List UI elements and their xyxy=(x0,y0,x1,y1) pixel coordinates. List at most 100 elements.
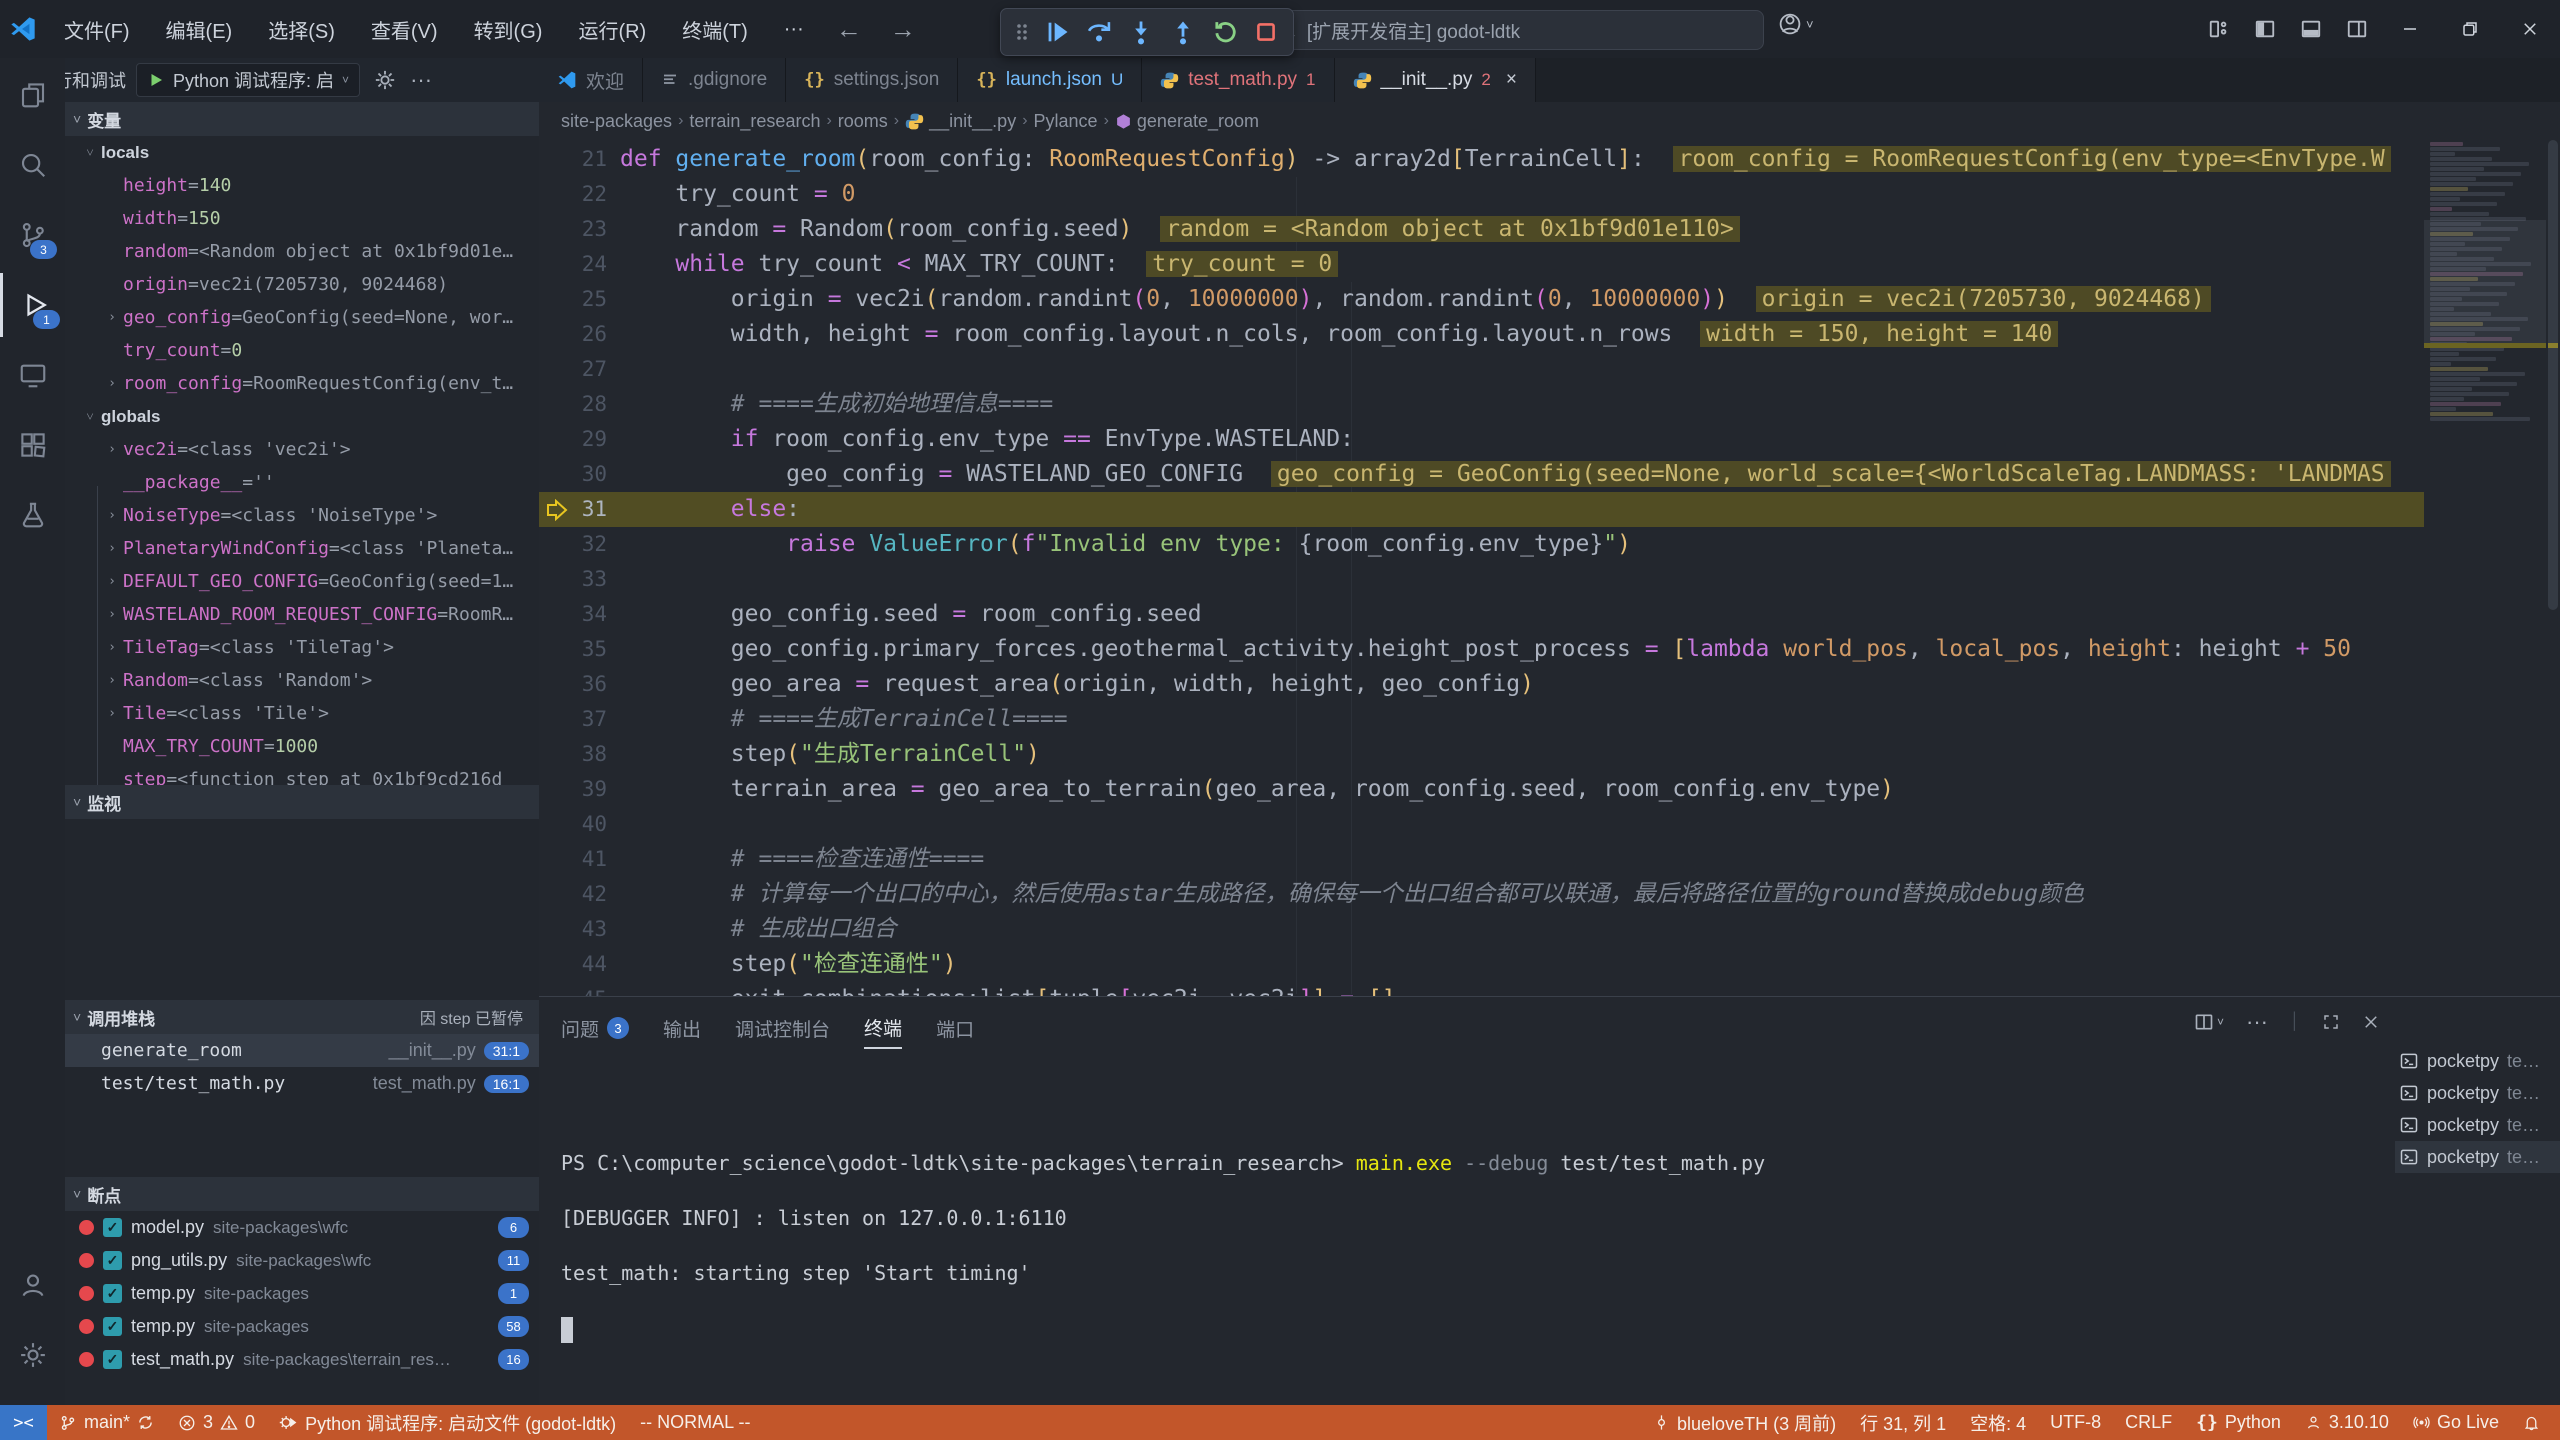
toggle-sidebar-icon[interactable] xyxy=(2242,0,2288,58)
variable-row[interactable]: ›WASTELAND_ROOM_REQUEST_CONFIG = RoomR… xyxy=(65,598,539,631)
variable-row[interactable]: ›room_config = RoomRequestConfig(env_t… xyxy=(65,367,539,400)
debug-config-status-item[interactable]: Python 调试程序: 启动文件 (godot-ldtk) xyxy=(267,1405,628,1440)
section-header-callstack[interactable]: ˅调用堆栈因 step 已暂停 xyxy=(65,1000,539,1034)
twistie-icon[interactable]: › xyxy=(101,574,123,589)
menu-item-编[interactable]: 编辑(E) xyxy=(148,15,251,44)
breakpoint-row[interactable]: ✓model.pysite-packages\wfc6 xyxy=(65,1211,539,1244)
code-line-41[interactable]: 41 # ====检查连通性==== xyxy=(539,842,2424,877)
breadcrumb-item[interactable]: generate_room xyxy=(1115,111,1259,132)
breadcrumb-item[interactable]: site-packages xyxy=(561,111,672,132)
breakpoint-row[interactable]: ✓test_math.pysite-packages\terrain_res…1… xyxy=(65,1343,539,1376)
code-line-38[interactable]: 38 step("生成TerrainCell") xyxy=(539,737,2424,772)
panel-more-icon[interactable]: ··· xyxy=(2246,1009,2268,1035)
terminal-list-item[interactable]: pocketpyte… xyxy=(2395,1045,2560,1077)
section-header-breakpoints[interactable]: ˅断点 xyxy=(65,1177,539,1211)
panel-tab-输出[interactable]: 输出 xyxy=(663,1015,701,1048)
status-item-bell[interactable] xyxy=(2511,1405,2552,1440)
panel-tab-问题[interactable]: 问题3 xyxy=(561,1015,629,1048)
status-item--31-1[interactable]: 行 31, 列 1 xyxy=(1848,1405,1958,1440)
code-line-45[interactable]: 45 exit_combinations:list[tuple[vec2i, v… xyxy=(539,982,2424,996)
code-line-29[interactable]: 29 if room_config.env_type == EnvType.WA… xyxy=(539,422,2424,457)
code-line-43[interactable]: 43 # 生成出口组合 xyxy=(539,912,2424,947)
git-branch-item[interactable]: main* xyxy=(47,1405,166,1440)
tab--[interactable]: 欢迎 xyxy=(539,58,643,102)
code-line-28[interactable]: 28 # ====生成初始地理信息==== xyxy=(539,387,2424,422)
scope-locals[interactable]: ˅locals xyxy=(65,136,539,169)
status-item-UTF-8[interactable]: UTF-8 xyxy=(2038,1405,2113,1440)
panel-tab-终端[interactable]: 终端 xyxy=(864,1014,902,1049)
twistie-icon[interactable]: › xyxy=(101,706,123,721)
toolbar-drag-handle[interactable] xyxy=(1015,20,1029,44)
breadcrumb-item[interactable]: Pylance xyxy=(1034,111,1098,132)
breakpoint-checkbox[interactable]: ✓ xyxy=(103,1284,122,1303)
activity-item-remote-explorer[interactable] xyxy=(0,343,65,407)
terminal-list-item[interactable]: pocketpyte… xyxy=(2395,1077,2560,1109)
code-line-26[interactable]: 26 width, height = room_config.layout.n_… xyxy=(539,317,2424,352)
tab-launch.json[interactable]: {}launch.jsonU xyxy=(958,58,1142,102)
window-restore-icon[interactable] xyxy=(2440,0,2500,58)
code-line-21[interactable]: 21def generate_room(room_config: RoomReq… xyxy=(539,142,2424,177)
variable-row[interactable]: ›geo_config = GeoConfig(seed=None, wor… xyxy=(65,301,539,334)
menu-more[interactable]: ··· xyxy=(766,0,822,58)
split-terminal-icon[interactable]: ˅ xyxy=(2194,1012,2224,1032)
menu-item-运[interactable]: 运行(R) xyxy=(560,15,664,44)
menu-item-终[interactable]: 终端(T) xyxy=(664,15,766,44)
breakpoint-checkbox[interactable]: ✓ xyxy=(103,1317,122,1336)
variable-row[interactable]: ›DEFAULT_GEO_CONFIG = GeoConfig(seed=1… xyxy=(65,565,539,598)
debug-settings-gear-icon[interactable] xyxy=(374,69,396,91)
twistie-icon[interactable]: › xyxy=(101,673,123,688)
twistie-icon[interactable]: › xyxy=(101,640,123,655)
code-line-39[interactable]: 39 terrain_area = geo_area_to_terrain(ge… xyxy=(539,772,2424,807)
stack-frame[interactable]: test/test_math.pytest_math.py16:1 xyxy=(65,1067,539,1100)
variable-row[interactable]: ›PlanetaryWindConfig = <class 'Planeta… xyxy=(65,532,539,565)
debug-continue-icon[interactable] xyxy=(1043,18,1071,46)
variable-row[interactable]: ›Tile = <class 'Tile'> xyxy=(65,697,539,730)
variable-row[interactable]: random = <Random object at 0x1bf9d01e… xyxy=(65,235,539,268)
variable-row[interactable]: ›NoiseType = <class 'NoiseType'> xyxy=(65,499,539,532)
code-line-42[interactable]: 42 # 计算每一个出口的中心，然后使用astar生成路径，确保每一个出口组合都… xyxy=(539,877,2424,912)
terminal-list-item[interactable]: pocketpyte… xyxy=(2395,1141,2560,1173)
twistie-icon[interactable]: › xyxy=(101,607,123,622)
toggle-secondary-sidebar-icon[interactable] xyxy=(2334,0,2380,58)
debug-restart-icon[interactable] xyxy=(1211,18,1239,46)
code-line-24[interactable]: 24 while try_count < MAX_TRY_COUNT: try_… xyxy=(539,247,2424,282)
variable-row[interactable]: __package__ = '' xyxy=(65,466,539,499)
nav-back-icon[interactable]: ← xyxy=(822,14,876,45)
activity-item-run-debug[interactable]: 1 xyxy=(0,273,68,337)
code-line-25[interactable]: 25 origin = vec2i(random.randint(0, 1000… xyxy=(539,282,2424,317)
tab-__init__.py[interactable]: __init__.py2× xyxy=(1335,58,1536,102)
variable-row[interactable]: ›Random = <class 'Random'> xyxy=(65,664,539,697)
code-line-44[interactable]: 44 step("检查连通性") xyxy=(539,947,2424,982)
menu-item-查[interactable]: 查看(V) xyxy=(353,15,456,44)
problems-item[interactable]: 3 0 xyxy=(166,1405,267,1440)
terminal-list-item[interactable]: pocketpyte… xyxy=(2395,1109,2560,1141)
activity-item-search[interactable] xyxy=(0,133,65,197)
breadcrumb-item[interactable]: terrain_research xyxy=(689,111,820,132)
status-item--4[interactable]: 空格: 4 xyxy=(1958,1405,2038,1440)
twistie-icon[interactable]: › xyxy=(101,508,123,523)
tab-test_math.py[interactable]: test_math.py1 xyxy=(1142,58,1334,102)
menu-item-选[interactable]: 选择(S) xyxy=(250,15,353,44)
variable-row[interactable]: height = 140 xyxy=(65,169,539,202)
breakpoint-row[interactable]: ✓temp.pysite-packages1 xyxy=(65,1277,539,1310)
breakpoint-row[interactable]: ✓temp.pysite-packages58 xyxy=(65,1310,539,1343)
variable-row[interactable]: step = <function step at 0x1bf9cd216d xyxy=(65,763,539,785)
debug-views-more-icon[interactable]: ··· xyxy=(410,67,432,93)
window-close-icon[interactable] xyxy=(2500,0,2560,58)
scope-globals[interactable]: ˅globals xyxy=(65,400,539,433)
breadcrumb-item[interactable]: __init__.py xyxy=(905,111,1016,132)
debug-step-out-icon[interactable] xyxy=(1169,18,1197,46)
variable-row[interactable]: MAX_TRY_COUNT = 1000 xyxy=(65,730,539,763)
status-item-CRLF[interactable]: CRLF xyxy=(2113,1405,2184,1440)
stack-frame[interactable]: generate_room__init__.py31:1 xyxy=(65,1034,539,1067)
breakpoint-checkbox[interactable]: ✓ xyxy=(103,1350,122,1369)
code-editor[interactable]: 21def generate_room(room_config: RoomReq… xyxy=(539,140,2424,996)
panel-tab-端口[interactable]: 端口 xyxy=(936,1015,974,1048)
code-line-40[interactable]: 40 xyxy=(539,807,2424,842)
debug-step-into-icon[interactable] xyxy=(1127,18,1155,46)
twistie-icon[interactable]: › xyxy=(101,310,123,325)
variable-row[interactable]: ›TileTag = <class 'TileTag'> xyxy=(65,631,539,664)
debug-step-over-icon[interactable] xyxy=(1085,18,1113,46)
debug-stop-icon[interactable] xyxy=(1253,19,1279,45)
breakpoint-row[interactable]: ✓png_utils.pysite-packages\wfc11 xyxy=(65,1244,539,1277)
